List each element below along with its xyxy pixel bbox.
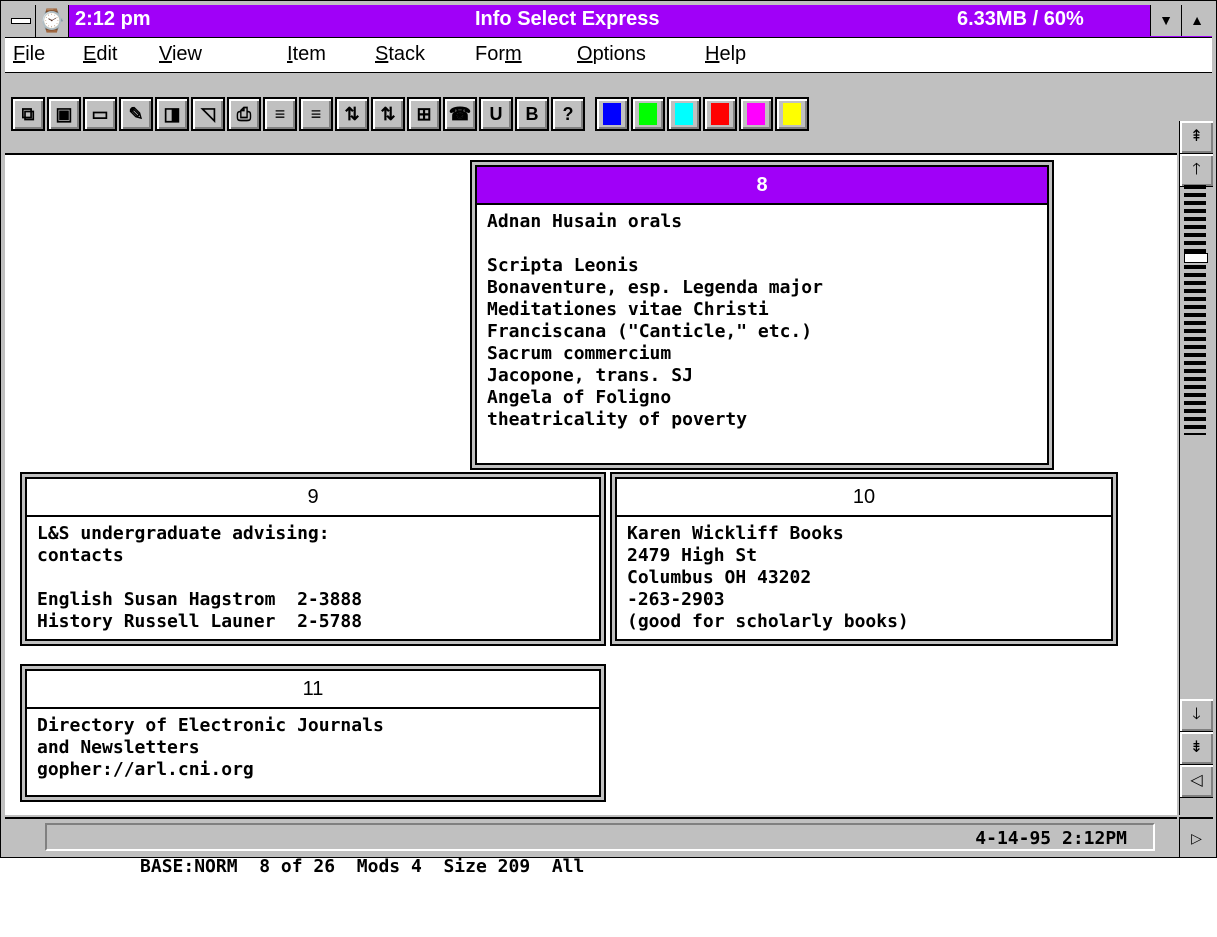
note-icon[interactable]: ▭ xyxy=(83,97,117,131)
help-icon[interactable]: ? xyxy=(551,97,585,131)
arrange-b-icon[interactable]: ⇅ xyxy=(371,97,405,131)
scroll-track[interactable] xyxy=(1184,185,1206,435)
note-text[interactable]: Karen Wickliff Books 2479 High St Columb… xyxy=(617,517,1111,639)
menu-edit[interactable]: Edit xyxy=(83,43,117,66)
save-icon[interactable]: ▣ xyxy=(47,97,81,131)
note-card-9[interactable]: 9 L&S undergraduate advising: contacts E… xyxy=(25,477,601,641)
window-icon[interactable]: ◨ xyxy=(155,97,189,131)
scroll-right-button[interactable]: ▷ xyxy=(1179,817,1213,857)
scroll-up-button[interactable]: 🡑 xyxy=(1180,154,1213,187)
menu-options[interactable]: Options xyxy=(577,43,646,66)
link-icon[interactable]: ⊞ xyxy=(407,97,441,131)
title-bar: ⌚ 2:12 pm Info Select Express 6.33MB / 6… xyxy=(5,5,1212,38)
note-card-10[interactable]: 10 Karen Wickliff Books 2479 High St Col… xyxy=(615,477,1113,641)
menu-file[interactable]: File xyxy=(13,43,45,66)
color-green-button[interactable] xyxy=(631,97,665,131)
title-time: 2:12 pm xyxy=(75,8,151,30)
menu-bar: File Edit View Item Stack Form Options H… xyxy=(5,38,1212,73)
color-yellow-button[interactable] xyxy=(775,97,809,131)
color-red-button[interactable] xyxy=(703,97,737,131)
new-page-icon[interactable]: ◹ xyxy=(191,97,225,131)
pencil-icon[interactable]: ✎ xyxy=(119,97,153,131)
note-text[interactable]: L&S undergraduate advising: contacts Eng… xyxy=(27,517,599,639)
phone-icon[interactable]: ☎ xyxy=(443,97,477,131)
note-card-8[interactable]: 8 Adnan Husain orals Scripta Leonis Bona… xyxy=(475,165,1049,465)
sort-up-icon[interactable]: ≡ xyxy=(263,97,297,131)
sort-down-icon[interactable]: ≡ xyxy=(299,97,333,131)
menu-stack[interactable]: Stack xyxy=(375,43,425,66)
app-window: ⌚ 2:12 pm Info Select Express 6.33MB / 6… xyxy=(0,0,1217,877)
note-number: 8 xyxy=(477,167,1047,205)
color-magenta-button[interactable] xyxy=(739,97,773,131)
app-title: Info Select Express xyxy=(475,8,660,30)
print-icon[interactable]: ⎙ xyxy=(227,97,261,131)
note-text[interactable]: Adnan Husain orals Scripta Leonis Bonave… xyxy=(477,205,1047,437)
cascade-icon[interactable]: ⧉ xyxy=(11,97,45,131)
memory-indicator: 6.33MB / 60% xyxy=(957,8,1084,30)
notes-workspace: 8 Adnan Husain orals Scripta Leonis Bona… xyxy=(5,155,1177,815)
note-card-11[interactable]: 11 Directory of Electronic Journals and … xyxy=(25,669,601,797)
clock-icon[interactable]: ⌚ xyxy=(36,5,69,37)
scroll-left-button[interactable]: ◁ xyxy=(1180,765,1213,798)
underline-icon[interactable]: U xyxy=(479,97,513,131)
note-text[interactable]: Directory of Electronic Journals and New… xyxy=(27,709,599,787)
status-panel: BASE:NORM 8 of 26 Mods 4 Size 209 All 4-… xyxy=(45,823,1155,877)
toolbar: ⧉ ▣ ▭ ✎ ◨ ◹ ⎙ ≡ ≡ ⇅ ⇅ ⊞ ☎ U B ? xyxy=(5,73,1177,155)
menu-form[interactable]: Form xyxy=(475,43,522,66)
color-cyan-button[interactable] xyxy=(667,97,701,131)
bold-icon[interactable]: B xyxy=(515,97,549,131)
scroll-down-button[interactable]: 🡓 xyxy=(1180,699,1213,732)
scroll-thumb[interactable] xyxy=(1184,253,1208,263)
note-number: 10 xyxy=(617,479,1111,517)
scroll-bottom-button[interactable]: ⇟ xyxy=(1180,732,1213,765)
vertical-scrollbar[interactable]: ⇞ 🡑 🡓 ⇟ ◁ xyxy=(1179,121,1213,815)
status-text: BASE:NORM 8 of 26 Mods 4 Size 209 All xyxy=(140,856,585,877)
note-number: 9 xyxy=(27,479,599,517)
color-blue-button[interactable] xyxy=(595,97,629,131)
maximize-button[interactable]: ▲ xyxy=(1181,5,1212,36)
status-bar: BASE:NORM 8 of 26 Mods 4 Size 209 All 4-… xyxy=(5,817,1177,877)
scroll-top-button[interactable]: ⇞ xyxy=(1180,121,1213,154)
system-menu-icon[interactable] xyxy=(5,5,36,37)
menu-view[interactable]: View xyxy=(159,43,202,66)
note-number: 11 xyxy=(27,671,599,709)
menu-help[interactable]: Help xyxy=(705,43,746,66)
status-datetime: 4-14-95 2:12PM xyxy=(975,828,1127,849)
menu-item[interactable]: Item xyxy=(287,43,326,66)
arrange-a-icon[interactable]: ⇅ xyxy=(335,97,369,131)
minimize-button[interactable]: ▼ xyxy=(1150,5,1181,36)
